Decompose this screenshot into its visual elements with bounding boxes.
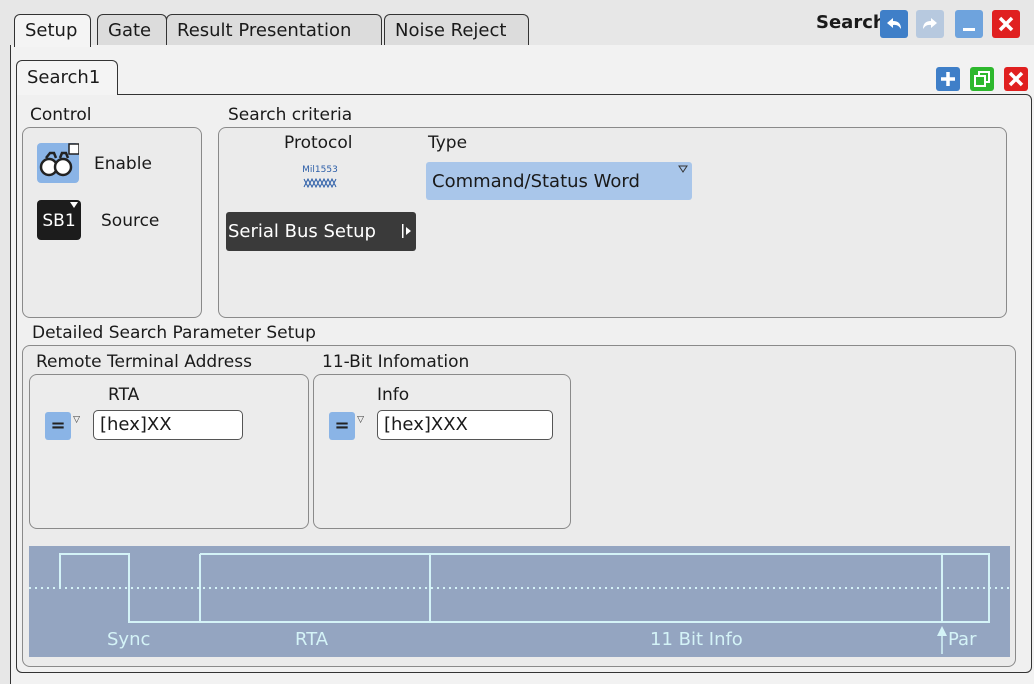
waveform-label-par: Par	[948, 629, 977, 650]
redo-button[interactable]	[916, 10, 944, 38]
dropdown-triangle-icon: ▽	[357, 415, 364, 425]
protocol-label: Protocol	[284, 133, 353, 153]
tab-result-presentation[interactable]: Result Presentation	[166, 14, 382, 45]
dropdown-triangle-icon: ▽	[73, 415, 80, 425]
minimize-button[interactable]	[955, 10, 983, 38]
enable-label: Enable	[94, 154, 152, 174]
tab-setup[interactable]: Setup	[14, 14, 91, 47]
dropdown-triangle-icon	[678, 165, 688, 173]
control-group-title: Control	[30, 105, 92, 125]
close-icon	[998, 16, 1014, 32]
delete-search-button[interactable]	[1004, 67, 1028, 91]
add-icon	[941, 72, 955, 86]
waveform-label-rta: RTA	[295, 629, 329, 650]
undo-button[interactable]	[880, 10, 908, 38]
info-operator-value: =	[334, 415, 350, 436]
redo-icon	[923, 18, 937, 29]
protocol-icon-text: Mil1553	[302, 165, 338, 175]
source-sb1-icon: SB1	[42, 211, 76, 231]
rta-value-input[interactable]: [hex]XX	[93, 410, 243, 440]
tab-gate[interactable]: Gate	[97, 14, 167, 45]
type-label: Type	[428, 133, 468, 153]
waveform-diagram: Sync RTA 11 Bit Info Par	[29, 546, 1010, 657]
rta-label: RTA	[108, 385, 140, 405]
delete-icon	[1008, 71, 1024, 87]
minimize-icon	[963, 28, 975, 31]
info-label: Info	[377, 385, 410, 405]
protocol-waveform-icon	[303, 177, 337, 189]
rta-operator-value: =	[50, 415, 66, 436]
waveform-label-info: 11 Bit Info	[650, 629, 743, 650]
navigate-arrow-icon	[402, 224, 411, 238]
type-dropdown[interactable]: Command/Status Word	[426, 162, 692, 200]
copy-search-button[interactable]	[970, 67, 994, 91]
info-group	[313, 374, 571, 529]
serial-bus-setup-label: Serial Bus Setup	[228, 221, 376, 242]
search-criteria-title: Search criteria	[228, 105, 353, 125]
enable-toggle[interactable]	[37, 143, 80, 183]
window-title: Search	[816, 12, 886, 33]
rta-group	[29, 374, 309, 529]
rta-group-title: Remote Terminal Address	[36, 352, 252, 372]
info-operator-dropdown[interactable]: = ▽	[329, 412, 364, 440]
waveform-label-sync: Sync	[107, 629, 151, 650]
tab-search1[interactable]: Search1	[16, 60, 118, 95]
info-value-input[interactable]: [hex]XXX	[377, 410, 553, 440]
add-search-button[interactable]	[936, 67, 960, 91]
copy-icon	[974, 71, 990, 87]
dropdown-triangle-icon	[70, 202, 78, 208]
type-value: Command/Status Word	[432, 171, 640, 192]
detailed-setup-title: Detailed Search Parameter Setup	[32, 323, 316, 343]
serial-bus-setup-button[interactable]: Serial Bus Setup	[226, 212, 416, 251]
rta-operator-dropdown[interactable]: = ▽	[45, 412, 80, 440]
undo-icon	[887, 18, 901, 29]
source-label: Source	[101, 211, 160, 231]
source-selector[interactable]: SB1	[37, 200, 81, 240]
binoculars-icon	[39, 143, 80, 177]
tab-noise-reject[interactable]: Noise Reject	[384, 14, 529, 45]
waveform-trace	[29, 553, 1010, 654]
protocol-mil1553-icon[interactable]: Mil1553	[300, 165, 340, 199]
close-window-button[interactable]	[992, 10, 1020, 38]
info-group-title: 11-Bit Infomation	[322, 352, 470, 372]
